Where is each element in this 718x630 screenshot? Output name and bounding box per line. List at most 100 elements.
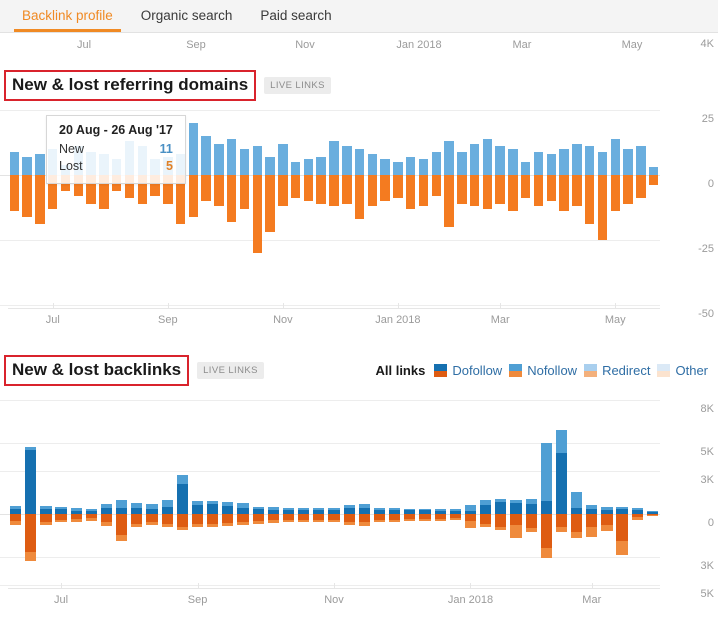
bar-negative[interactable] [298, 519, 310, 522]
bar-positive[interactable] [176, 483, 188, 514]
bar-negative[interactable] [237, 522, 249, 526]
bar-positive[interactable] [636, 146, 646, 175]
bar-positive[interactable] [25, 447, 37, 450]
bar-positive[interactable] [525, 503, 537, 514]
bar-negative[interactable] [418, 175, 429, 207]
bar-positive[interactable] [572, 143, 582, 175]
bar-negative[interactable] [40, 513, 52, 523]
bar-positive[interactable] [342, 146, 352, 175]
bar-positive[interactable] [586, 504, 598, 509]
bar-negative[interactable] [495, 513, 507, 527]
backlinks-chart[interactable]: 8K 5K 3K 0 3K 5K [0, 400, 718, 605]
bar-negative[interactable] [40, 522, 52, 526]
bar-positive[interactable] [22, 156, 32, 175]
bar-negative[interactable] [431, 175, 441, 196]
bar-negative[interactable] [35, 175, 45, 225]
bar-positive[interactable] [469, 143, 480, 175]
bar-positive[interactable] [393, 162, 403, 175]
bar-positive[interactable] [176, 475, 188, 484]
bar-negative[interactable] [601, 513, 613, 526]
bar-negative[interactable] [393, 175, 403, 199]
bar-positive[interactable] [252, 146, 263, 175]
bar-negative[interactable] [480, 513, 492, 524]
bar-positive[interactable] [480, 499, 492, 506]
bar-positive[interactable] [419, 508, 431, 511]
bar-negative[interactable] [646, 514, 659, 516]
bar-positive[interactable] [510, 503, 522, 514]
bar-negative[interactable] [586, 526, 598, 537]
bar-negative[interactable] [131, 513, 143, 524]
bar-positive[interactable] [55, 507, 67, 510]
bar-negative[interactable] [116, 513, 128, 536]
backlinks-bars[interactable] [8, 400, 718, 605]
bar-positive[interactable] [100, 503, 113, 509]
tab-organic-search[interactable]: Organic search [127, 0, 247, 32]
legend-item-nofollow[interactable]: Nofollow [509, 363, 577, 378]
bar-positive[interactable] [226, 138, 237, 175]
bar-positive[interactable] [265, 156, 275, 175]
bar-positive[interactable] [267, 507, 279, 510]
tab-backlink-profile[interactable]: Backlink profile [8, 0, 127, 32]
bar-positive[interactable] [540, 442, 552, 502]
bar-negative[interactable] [464, 513, 477, 522]
bar-positive[interactable] [70, 508, 82, 511]
bar-positive[interactable] [616, 506, 628, 510]
bar-negative[interactable] [70, 519, 82, 522]
bar-negative[interactable] [252, 521, 264, 524]
bar-positive[interactable] [313, 508, 325, 511]
bar-positive[interactable] [25, 449, 37, 514]
bar-negative[interactable] [457, 175, 467, 204]
bar-negative[interactable] [444, 175, 454, 227]
bar-negative[interactable] [570, 532, 583, 539]
bar-negative[interactable] [540, 548, 552, 558]
bar-positive[interactable] [131, 503, 143, 509]
bar-positive[interactable] [222, 501, 234, 506]
bar-positive[interactable] [201, 136, 211, 175]
bar-positive[interactable] [373, 507, 386, 510]
bar-negative[interactable] [597, 175, 608, 240]
bar-positive[interactable] [9, 506, 22, 510]
bar-negative[interactable] [9, 520, 22, 525]
bar-negative[interactable] [533, 175, 544, 207]
bar-negative[interactable] [464, 521, 477, 529]
bar-negative[interactable] [546, 175, 557, 201]
bar-negative[interactable] [161, 513, 173, 524]
bar-negative[interactable] [449, 518, 461, 521]
bar-negative[interactable] [586, 513, 598, 527]
bar-positive[interactable] [85, 508, 97, 511]
bar-negative[interactable] [85, 518, 97, 521]
bar-positive[interactable] [555, 452, 568, 514]
bar-positive[interactable] [40, 506, 52, 510]
bar-positive[interactable] [303, 159, 314, 175]
bar-negative[interactable] [405, 175, 416, 209]
bar-negative[interactable] [226, 175, 237, 222]
bar-negative[interactable] [373, 519, 386, 523]
bar-negative[interactable] [495, 175, 505, 204]
bar-positive[interactable] [239, 149, 250, 175]
bar-negative[interactable] [419, 518, 431, 521]
bar-negative[interactable] [623, 175, 633, 204]
bar-positive[interactable] [252, 506, 264, 510]
bar-negative[interactable] [469, 175, 480, 207]
bar-positive[interactable] [525, 499, 537, 504]
bar-positive[interactable] [610, 138, 620, 175]
bar-positive[interactable] [584, 146, 595, 175]
bar-negative[interactable] [161, 523, 173, 527]
bar-negative[interactable] [482, 175, 493, 209]
bar-positive[interactable] [116, 500, 128, 509]
bar-positive[interactable] [237, 503, 249, 508]
bar-positive[interactable] [207, 501, 219, 504]
bar-negative[interactable] [237, 513, 249, 523]
legend-item-redirect[interactable]: Redirect [584, 363, 650, 378]
bar-positive[interactable] [367, 154, 378, 175]
bar-negative[interactable] [510, 525, 522, 539]
bar-negative[interactable] [188, 175, 199, 217]
bar-negative[interactable] [303, 175, 314, 201]
bar-negative[interactable] [616, 513, 628, 541]
bar-negative[interactable] [510, 513, 522, 526]
bar-positive[interactable] [546, 154, 557, 175]
bar-negative[interactable] [631, 517, 643, 520]
bar-positive[interactable] [380, 159, 390, 175]
bar-negative[interactable] [495, 526, 507, 531]
bar-negative[interactable] [290, 175, 301, 199]
